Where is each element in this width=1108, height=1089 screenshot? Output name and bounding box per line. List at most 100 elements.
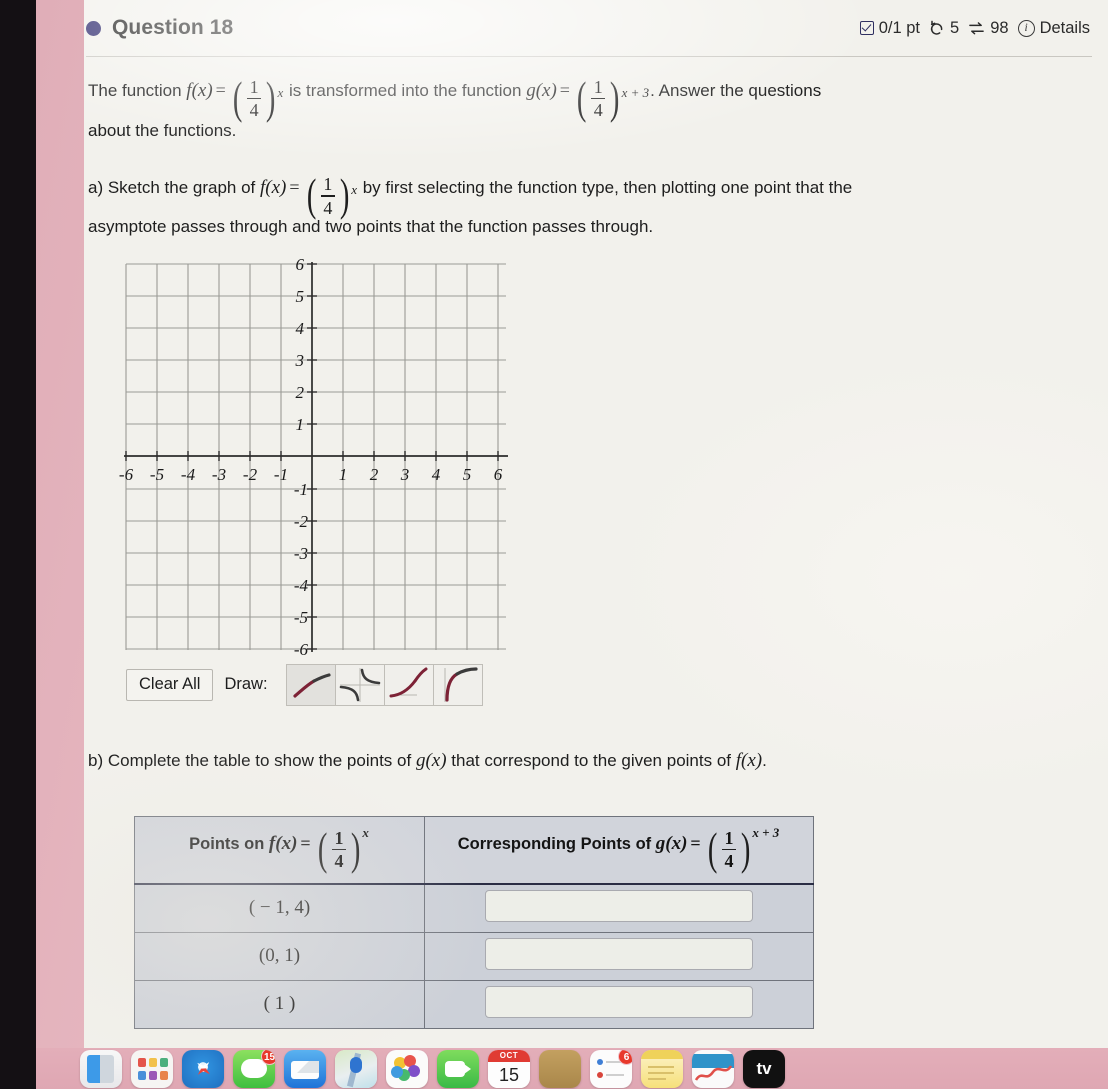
dock-icon-launchpad[interactable] xyxy=(131,1050,173,1088)
x-tick-1: 1 xyxy=(339,465,348,484)
y-tick--3: -3 xyxy=(294,544,308,563)
table-row: ( − 1, 4) xyxy=(134,883,814,933)
g-exponent: x + 3 xyxy=(621,85,650,100)
part-b-text: b) Complete the table to show the points… xyxy=(88,750,412,770)
draw-label: Draw: xyxy=(224,675,268,694)
intro-equals-2: = xyxy=(559,80,570,100)
fraction-numerator: 1 xyxy=(593,77,603,97)
paren-close: ) xyxy=(266,72,276,123)
answer-input[interactable] xyxy=(485,985,753,1018)
table-row: (0, 1) xyxy=(134,931,814,981)
status-dot-icon xyxy=(86,20,101,36)
paren-open: ( xyxy=(707,822,718,874)
answer-cell[interactable] xyxy=(424,931,814,981)
intro-g-expression: (1 4) x + 3 xyxy=(574,72,650,123)
part-a-exponent: x xyxy=(351,182,357,198)
fraction-numerator: 1 xyxy=(323,174,333,195)
header-right-fn: g(x) xyxy=(655,832,688,854)
views-group[interactable]: 98 xyxy=(968,19,1009,38)
x-tick-6: 6 xyxy=(494,465,503,484)
table-head: Points on f(x) =(1 4) x Corresponding Point… xyxy=(134,815,814,886)
dock-icon-mail[interactable] xyxy=(284,1050,326,1088)
intro-text-d: about the functions. xyxy=(88,121,237,141)
y-tick-4: 4 xyxy=(296,319,305,338)
paren-close: ) xyxy=(740,822,751,874)
y-tick--1: -1 xyxy=(294,480,308,499)
dock-icon-messages[interactable]: 15 xyxy=(233,1050,275,1088)
answer-cell[interactable] xyxy=(424,979,814,1029)
paren-close: ) xyxy=(610,72,620,123)
dock-icon-notes[interactable] xyxy=(641,1050,683,1088)
fraction-denominator: 4 xyxy=(249,100,259,121)
details-group[interactable]: i Details xyxy=(1017,19,1090,38)
answer-input[interactable] xyxy=(485,889,753,922)
exponential-curve-tool[interactable] xyxy=(383,663,434,706)
intro-text-a: The function xyxy=(88,81,182,100)
y-tick--6: -6 xyxy=(294,640,309,658)
intro-paragraph: The function f(x) =(1 4) x is transformed i… xyxy=(88,71,1090,123)
column-header-gx: Corresponding Points of g(x) =(1 4) x + 3 xyxy=(424,815,814,886)
dock-icon-calendar[interactable]: OCT 15 xyxy=(488,1050,530,1088)
x-tick-3: 3 xyxy=(400,465,410,484)
dock-icon-tv[interactable]: tv xyxy=(743,1050,785,1088)
root-curve-icon xyxy=(444,667,478,702)
intro-text-c: . Answer the questions xyxy=(650,81,822,100)
header-left-exponent: x xyxy=(362,824,369,840)
undo-icon[interactable] xyxy=(929,20,945,36)
graph-svg[interactable]: -6 -5 -4 -3 -2 -1 1 2 3 4 5 6 6 5 4 3 2 … xyxy=(110,256,522,658)
points-table-wrapper: Points on f(x) =(1 4) x Corresponding Point… xyxy=(134,815,1090,1029)
axes xyxy=(124,261,508,652)
y-tick-6: 6 xyxy=(296,256,305,274)
part-b-period: . xyxy=(762,750,767,770)
paren-open: ( xyxy=(306,169,316,221)
y-tick-labels: 6 5 4 3 2 1 -1 -2 -3 -4 -5 -6 xyxy=(294,256,309,658)
attempts-count: 5 xyxy=(950,18,960,37)
x-tick--3: -3 xyxy=(212,465,226,484)
answer-input[interactable] xyxy=(485,937,753,970)
part-a-paragraph-line2: asymptote passes through and two points … xyxy=(88,212,1090,242)
header-left-fn: f(x) xyxy=(268,832,298,854)
dock-icon-maps[interactable] xyxy=(335,1050,377,1088)
x-tick--2: -2 xyxy=(243,465,258,484)
paren-open: ( xyxy=(232,72,243,123)
dock-icon-safari[interactable] xyxy=(182,1050,224,1088)
coordinate-graph[interactable]: -6 -5 -4 -3 -2 -1 1 2 3 4 5 6 6 5 4 3 2 … xyxy=(110,256,522,658)
details-link[interactable]: Details xyxy=(1040,19,1090,38)
table-header-row: Points on f(x) =(1 4) x Corresponding Point… xyxy=(134,815,814,886)
question-header: Question 18 0/1 pt 5 98 i Details xyxy=(84,0,1108,56)
dock-icon-finder[interactable] xyxy=(80,1050,122,1088)
attempts-group[interactable]: 5 xyxy=(929,19,959,38)
part-b-paragraph: b) Complete the table to show the points… xyxy=(88,746,1090,776)
header-left-equals: = xyxy=(300,832,311,853)
x-tick-5: 5 xyxy=(463,465,472,484)
root-curve-tool[interactable] xyxy=(432,663,483,706)
intro-text-b: is transformed into the function xyxy=(289,81,522,100)
calendar-day: 15 xyxy=(488,1062,530,1088)
dock-icon-stocks[interactable] xyxy=(692,1050,734,1088)
dock-icon-photos[interactable] xyxy=(386,1050,428,1088)
intro-fx: f(x) xyxy=(186,80,213,101)
quiz-page: Question 18 0/1 pt 5 98 i Details The fu… xyxy=(84,0,1108,1048)
point-cell: ( 1 ) xyxy=(134,979,425,1029)
y-tick--2: -2 xyxy=(294,512,309,531)
answer-cell[interactable] xyxy=(424,883,814,933)
tv-label: tv xyxy=(756,1059,772,1078)
header-left-expression: (1 4) x xyxy=(315,824,369,872)
paren-close: ) xyxy=(339,169,350,221)
dock-icon-facetime[interactable] xyxy=(437,1050,479,1088)
score-text: 0/1 pt xyxy=(878,18,921,37)
part-b-fx: f(x) xyxy=(735,749,763,771)
rational-curve-tool[interactable] xyxy=(334,663,385,706)
logarithmic-curve-tool[interactable] xyxy=(285,663,336,706)
clear-all-button[interactable]: Clear All xyxy=(126,668,214,701)
info-icon[interactable]: i xyxy=(1017,19,1035,37)
part-a-paragraph: a) Sketch the graph of f(x) =(1 4) x by fir… xyxy=(88,168,1090,221)
logarithmic-curve-icon xyxy=(292,673,331,698)
swap-icon[interactable] xyxy=(968,21,985,36)
page-title: Question 18 xyxy=(112,16,234,39)
f-exponent: x xyxy=(277,85,284,100)
fraction-bar xyxy=(591,98,606,100)
dock-icon-reminders[interactable]: 6 xyxy=(590,1050,632,1088)
question-body: The function f(x) =(1 4) x is transformed i… xyxy=(84,57,1108,1029)
dock-icon-contacts[interactable] xyxy=(539,1050,581,1088)
